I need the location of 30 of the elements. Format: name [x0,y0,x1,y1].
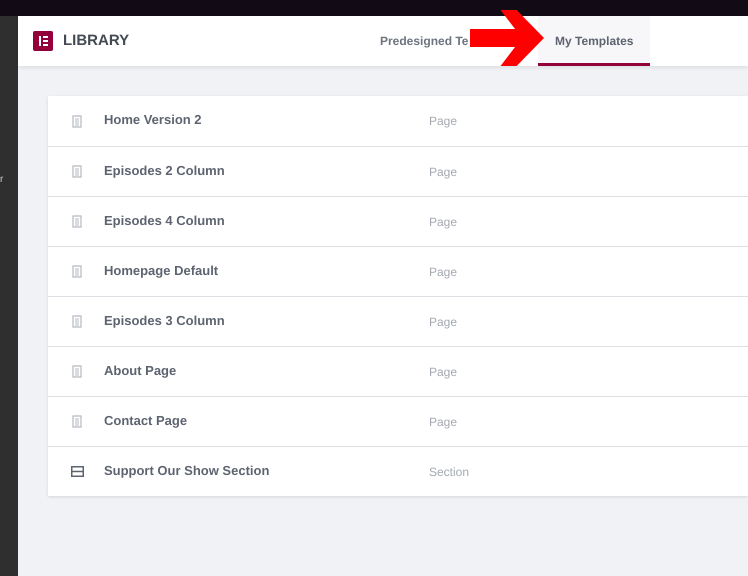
template-type: Page [429,264,458,280]
template-type: Page [429,214,458,230]
template-name[interactable]: Support Our Show Section [104,460,429,480]
document-icon [72,415,82,428]
template-name[interactable]: Contact Page [104,410,429,430]
tab[interactable]: Predesigned Te [380,16,468,66]
template-type: Page [429,414,458,430]
document-icon [72,315,82,328]
template-name[interactable]: Home Version 2 [104,110,429,130]
template-name[interactable]: Episodes 2 Column [104,160,429,180]
document-icon [72,165,82,178]
template-type: Page [429,164,458,180]
template-name[interactable]: Episodes 3 Column [104,310,429,330]
tab[interactable]: My Templates [538,16,650,66]
template-name[interactable]: Episodes 4 Column [104,210,429,230]
backdrop-text: r [0,173,4,187]
template-type: Page [429,364,458,380]
document-icon [72,365,82,378]
document-icon [72,114,82,128]
library-title: LIBRARY [63,30,130,51]
template-name[interactable]: About Page [104,360,429,380]
document-icon [72,265,82,278]
section-icon [70,466,84,477]
template-name[interactable]: Homepage Default [104,260,429,280]
arrow-icon [470,10,544,66]
logo-icon [33,31,53,51]
template-type: Section [429,464,470,480]
document-icon [72,215,82,228]
template-type: Page [429,113,458,130]
template-type: Page [429,314,458,330]
